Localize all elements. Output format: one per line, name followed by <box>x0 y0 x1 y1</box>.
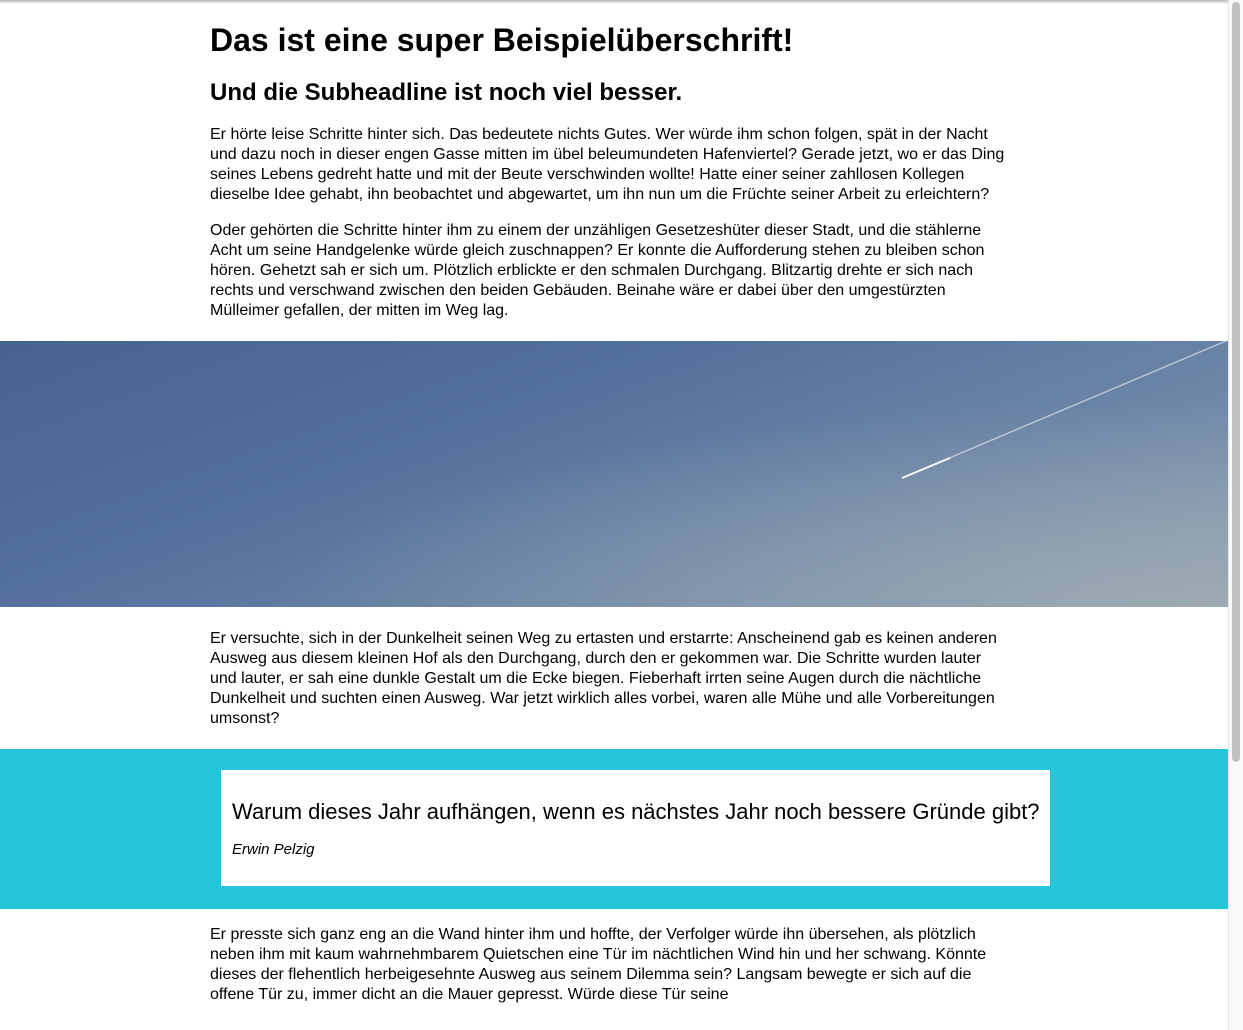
paragraph-3: Er versuchte, sich in der Dunkelheit sei… <box>210 630 997 727</box>
quote-section: Warum dieses Jahr aufhängen, wenn es näc… <box>0 749 1228 909</box>
paragraph-4: Er presste sich ganz eng an die Wand hin… <box>210 926 987 1003</box>
quote-text: Warum dieses Jahr aufhängen, wenn es näc… <box>232 799 1040 824</box>
hero-sky-image <box>0 341 1228 607</box>
headline: Das ist eine super Beispielüberschrift! <box>210 22 794 58</box>
quote-author: Erwin Pelzig <box>232 841 315 858</box>
article-header: Das ist eine super Beispielüberschrift! … <box>210 0 1010 321</box>
airplane-contrail <box>901 341 1227 479</box>
article-page: Das ist eine super Beispielüberschrift! … <box>0 0 1228 1005</box>
vertical-scrollbar[interactable] <box>1228 0 1243 1030</box>
top-edge-shadow <box>0 0 1228 4</box>
paragraph-2: Oder gehörten die Schritte hinter ihm zu… <box>210 222 985 319</box>
scrollbar-thumb[interactable] <box>1232 2 1240 762</box>
blockquote: Warum dieses Jahr aufhängen, wenn es näc… <box>221 770 1050 886</box>
paragraph-1: Er hörte leise Schritte hinter sich. Das… <box>210 126 1005 203</box>
article-body-continued: Er presste sich ganz eng an die Wand hin… <box>210 909 1010 1005</box>
subheadline: Und die Subheadline ist noch viel besser… <box>210 79 683 106</box>
article-body: Er versuchte, sich in der Dunkelheit sei… <box>210 607 1010 729</box>
